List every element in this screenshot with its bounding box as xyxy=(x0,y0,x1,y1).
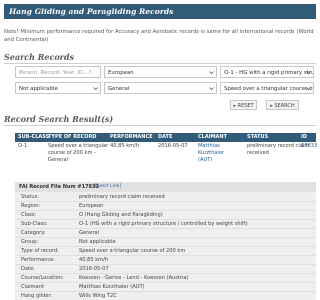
detail-row: Group: Not applicable xyxy=(15,238,316,247)
detail-value: preliminary record claim received xyxy=(79,194,165,200)
chevron-down-icon xyxy=(93,87,98,91)
detail-row: Course/Location: Koessen - Gerlos - Lend… xyxy=(15,274,316,283)
results-table-header: SUB-CLASS TYPE OF RECORD PERFORMANCE DAT… xyxy=(15,133,316,142)
results-heading: Record Search Result(s) xyxy=(4,114,114,124)
detail-value: Matthias Kurzthaler (AUT) xyxy=(79,284,145,290)
page-title: Hang Gliding and Paragliding Records xyxy=(9,7,174,16)
detail-row: Category: General xyxy=(15,229,316,238)
claimant-link[interactable]: Kurzthaler xyxy=(198,150,224,157)
detail-value: O (Hang Gliding and Paragliding) xyxy=(79,212,163,218)
detail-label: Course/Location: xyxy=(21,275,64,281)
detail-value: General xyxy=(79,230,100,236)
table-row[interactable]: O-1 Speed over a triangular course of 20… xyxy=(15,143,317,179)
column-header: CLAIMANT xyxy=(198,134,228,140)
chevron-down-icon xyxy=(209,87,214,91)
detail-label: Class: xyxy=(21,212,37,218)
record-type-value: Speed over a triangular course of xyxy=(224,86,314,92)
search-button[interactable]: ▸ SEARCH xyxy=(266,100,299,110)
detail-row: Date: 2016-05-07 xyxy=(15,265,316,274)
category-value: General xyxy=(108,86,130,92)
detail-label: Category: xyxy=(21,230,46,236)
detail-label: Claimant xyxy=(21,284,44,290)
keyword-placeholder: Person, Record, Year, ID...? xyxy=(19,70,92,76)
detail-label: Type of record: xyxy=(21,248,59,254)
chevron-down-icon xyxy=(306,71,311,75)
row-date: 2016-05-07 xyxy=(158,143,188,149)
detail-title: FAI Record File Num #17833 xyxy=(19,184,99,190)
detail-value: Wills Wing T2C xyxy=(79,293,117,299)
row-type-line: General xyxy=(48,157,69,163)
chevron-down-icon xyxy=(209,71,214,75)
column-header: DATE xyxy=(158,134,173,140)
row-subclass: O-1 xyxy=(18,143,28,149)
chevron-down-icon xyxy=(306,87,311,91)
detail-value: Speed over a triangular course of 200 km xyxy=(79,248,186,254)
record-id-link[interactable]: 17833 xyxy=(301,143,317,150)
region-value: European xyxy=(108,70,134,76)
reset-button[interactable]: ▸ RESET xyxy=(230,100,257,110)
detail-label: Group: xyxy=(21,239,39,245)
page-title-bar: Hang Gliding and Paragliding Records xyxy=(4,4,316,19)
group-select[interactable]: Not applicable xyxy=(15,82,101,94)
record-type-select[interactable]: Speed over a triangular course of xyxy=(220,82,314,94)
claimant-link[interactable]: (AUT) xyxy=(198,157,212,164)
detail-row: Hang glider: Wills Wing T2C xyxy=(15,292,316,300)
column-header: STATUS xyxy=(247,134,269,140)
detail-row: Performance: 40,85 km/h xyxy=(15,256,316,265)
detail-value: Koessen - Gerlos - Lend - Koessen (Austr… xyxy=(79,275,189,281)
column-header: ID xyxy=(301,134,308,140)
row-type-line: Speed over a triangular xyxy=(48,143,109,149)
detail-label: Sub-Class: xyxy=(21,221,48,227)
column-header: PERFORMANCE xyxy=(110,134,153,140)
detail-value: O-1 (HG with a rigid primary structure /… xyxy=(79,221,248,227)
detail-label: Performance: xyxy=(21,257,55,263)
group-value: Not applicable xyxy=(19,86,58,92)
keyword-search-input[interactable]: Person, Record, Year, ID...? xyxy=(15,66,101,78)
detail-label: Region: xyxy=(21,203,41,209)
class-select[interactable]: O-1 - HG with a rigid primary struc xyxy=(220,66,314,78)
detail-value: 40,85 km/h xyxy=(79,257,109,263)
detail-row: Type of record: Speed over a triangular … xyxy=(15,247,316,256)
detail-value: 2016-05-07 xyxy=(79,266,109,272)
detail-row: Sub-Class: O-1 (HG with a rigid primary … xyxy=(15,220,316,229)
direct-link[interactable]: [Direct Link] xyxy=(93,182,121,192)
note-text: Note! Minimum performance required for A… xyxy=(4,29,314,43)
column-header: SUB-CLASS xyxy=(18,134,50,140)
detail-row: Region: European xyxy=(15,202,316,211)
detail-value: European xyxy=(79,203,104,209)
column-header: TYPE OF RECORD xyxy=(48,134,97,140)
record-detail-panel: FAI Record File Num #17833 [Direct Link]… xyxy=(15,182,316,300)
detail-row: Class: O (Hang Gliding and Paragliding) xyxy=(15,211,316,220)
row-status-line: preliminary record claim xyxy=(247,143,310,149)
divider xyxy=(4,125,316,126)
detail-row: Status: preliminary record claim receive… xyxy=(15,193,316,202)
search-heading: Search Records xyxy=(4,52,74,62)
region-select[interactable]: European xyxy=(104,66,217,78)
detail-value: Not applicable xyxy=(79,239,116,245)
row-type-line: course of 200 km - xyxy=(48,150,96,156)
detail-label: Hang glider: xyxy=(21,293,53,299)
row-status-line: received xyxy=(247,150,269,156)
class-value: O-1 - HG with a rigid primary struc xyxy=(224,70,314,76)
category-select[interactable]: General xyxy=(104,82,217,94)
row-performance: 40,85 km/h xyxy=(110,143,140,149)
page: Hang Gliding and Paragliding Records Not… xyxy=(0,0,320,300)
detail-label: Status: xyxy=(21,194,39,200)
claimant-link[interactable]: Matthias xyxy=(198,143,220,150)
detail-header: FAI Record File Num #17833 [Direct Link] xyxy=(15,182,316,192)
detail-label: Date: xyxy=(21,266,35,272)
detail-row: Claimant Matthias Kurzthaler (AUT) xyxy=(15,283,316,292)
divider xyxy=(4,63,316,64)
